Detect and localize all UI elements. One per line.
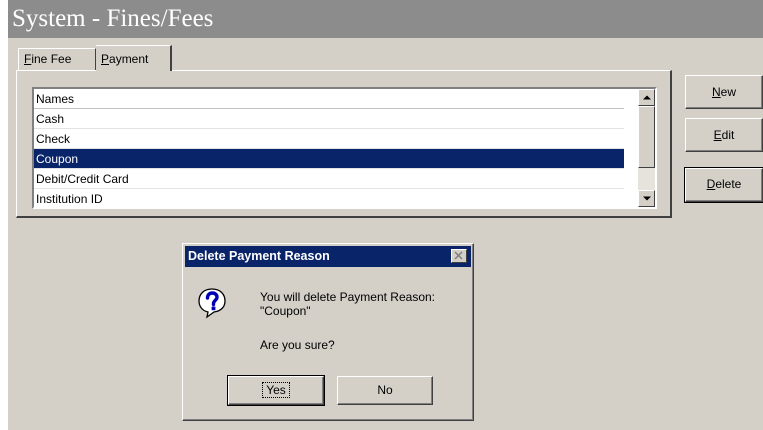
delete-button-label: elete — [715, 177, 742, 191]
arrow-down-icon — [643, 196, 651, 201]
edit-button-mnemonic: E — [713, 128, 722, 142]
list-item[interactable]: Cash — [34, 109, 624, 129]
dialog-close-button[interactable] — [451, 249, 467, 263]
window-title: System - Fines/Fees — [8, 0, 763, 38]
new-button-label: ew — [720, 85, 736, 99]
scroll-thumb[interactable] — [638, 106, 655, 168]
edit-button[interactable]: Edit — [685, 118, 763, 152]
yes-button-label: Yes — [262, 382, 290, 398]
yes-button[interactable]: Yes — [227, 375, 325, 406]
vertical-scrollbar[interactable] — [638, 89, 655, 207]
dialog-message-line3: Are you sure? — [260, 338, 335, 352]
fines-fees-window: System - Fines/Fees Fine Fee Payment Nam… — [8, 0, 763, 430]
dialog-message-line1: You will delete Payment Reason: — [260, 290, 435, 304]
no-button[interactable]: No — [337, 376, 433, 405]
tab-payment-label: ayment — [109, 52, 149, 66]
tab-payment[interactable]: Payment — [96, 45, 172, 71]
new-button[interactable]: New — [685, 75, 763, 109]
delete-button-mnemonic: D — [706, 177, 716, 191]
close-icon — [454, 251, 463, 260]
list-item-selected[interactable]: Coupon — [34, 149, 624, 169]
edit-button-label: dit — [721, 128, 735, 142]
delete-confirm-dialog: Delete Payment Reason You will delete Pa… — [182, 243, 474, 421]
tab-fine-fee[interactable]: Fine Fee — [18, 48, 96, 70]
new-button-mnemonic: N — [711, 85, 721, 99]
question-icon — [198, 288, 226, 319]
list-item[interactable]: Institution ID — [34, 189, 624, 207]
list-item[interactable]: Debit/Credit Card — [34, 169, 624, 189]
tab-fine-fee-label: ine Fee — [31, 52, 72, 66]
scroll-up-button[interactable] — [638, 89, 655, 106]
names-list[interactable]: Names Cash Check Coupon Debit/Credit Car… — [32, 87, 657, 209]
scroll-down-button[interactable] — [638, 190, 655, 207]
dialog-title: Delete Payment Reason — [188, 249, 330, 263]
dialog-message-line2: "Coupon" — [260, 304, 311, 318]
delete-button[interactable]: Delete — [684, 167, 763, 203]
dialog-title-bar[interactable]: Delete Payment Reason — [185, 246, 471, 267]
arrow-up-icon — [643, 95, 651, 100]
list-header[interactable]: Names — [34, 89, 624, 109]
payment-tab-panel: Names Cash Check Coupon Debit/Credit Car… — [16, 70, 672, 218]
tab-payment-mnemonic: P — [101, 52, 110, 66]
list-item[interactable]: Check — [34, 129, 624, 149]
